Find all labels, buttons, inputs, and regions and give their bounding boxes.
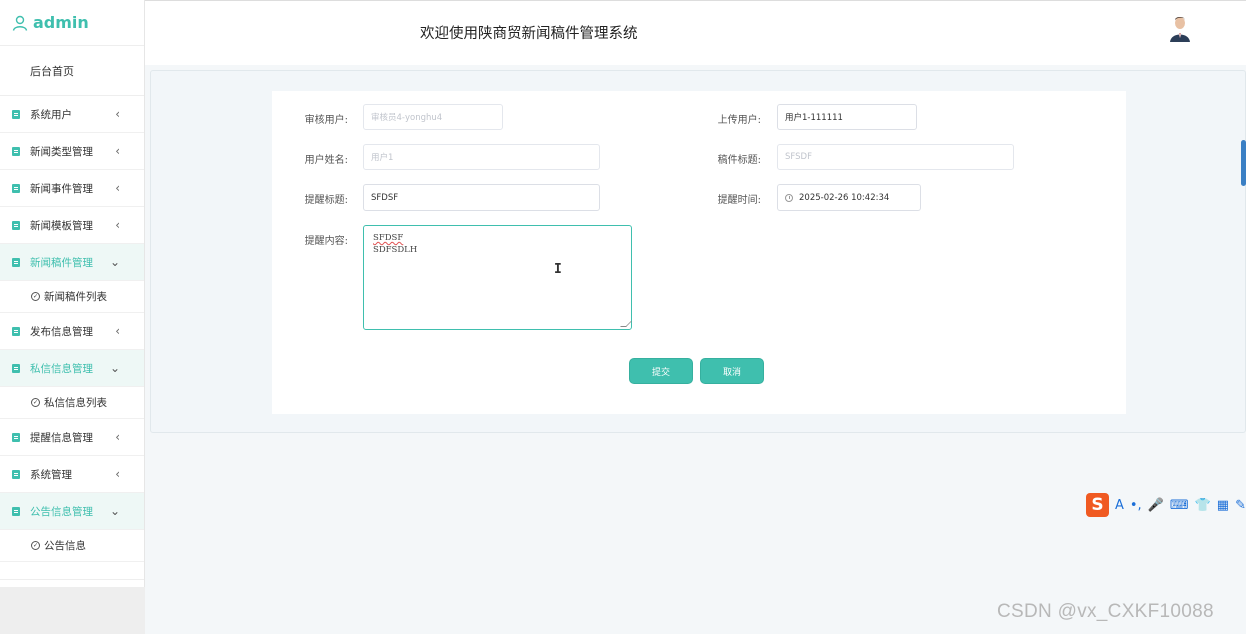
chevron-left-icon: ‹ [115,107,120,121]
sidebar-item-label: 系统用户 [30,108,72,121]
ime-toolbar: S A •, 🎤 ⌨ 👕 ▦ ✎ [1086,493,1246,517]
sidebar-subitem-announcement-info[interactable]: ✓ 公告信息 [0,530,144,562]
sidebar-item-label: 私信信息管理 [30,362,93,375]
reminder-content-label: 提醒内容: [304,236,348,247]
document-icon [12,257,20,267]
reminder-time-value: 2025-02-26 10:42:34 [799,192,890,203]
document-icon [12,363,20,373]
check-circle-icon: ✓ [31,541,40,550]
top-header: 欢迎使用陕商贸新闻稿件管理系统 [145,0,1246,65]
page-title: 欢迎使用陕商贸新闻稿件管理系统 [420,26,638,42]
reminder-form: 审核用户: 审核员4-yonghu4 上传用户: 用户1-111111 用户姓名… [272,91,1126,414]
punctuation-icon[interactable]: •, [1130,499,1142,512]
sidebar-item-publish-info[interactable]: 发布信息管理 ‹ [0,313,144,350]
microphone-icon[interactable]: 🎤 [1148,499,1164,512]
sidebar-item-label: 公告信息管理 [30,505,93,518]
grid-icon[interactable]: ▦ [1217,499,1229,512]
sidebar-subitem-label: 私信信息列表 [44,397,107,409]
document-icon [12,469,20,479]
sidebar-item-private-message[interactable]: 私信信息管理 ⌄ [0,350,144,387]
resize-handle-icon[interactable] [620,321,632,327]
sidebar-item-system-management[interactable]: 系统管理 ‹ [0,456,144,493]
sidebar-item-system-users[interactable]: 系统用户 ‹ [0,96,144,133]
chevron-left-icon: ‹ [115,181,120,195]
reviewer-label: 审核用户: [304,115,348,126]
sogou-logo-icon[interactable]: S [1086,493,1109,517]
textarea-line: SDFSDLH [373,245,418,255]
uploader-label: 上传用户: [717,115,761,126]
form-panel: 审核用户: 审核员4-yonghu4 上传用户: 用户1-111111 用户姓名… [150,70,1246,433]
document-icon [12,220,20,230]
skin-icon[interactable]: 👕 [1195,499,1211,512]
sidebar-item-home[interactable]: 后台首页 [0,46,144,96]
manuscript-title-label: 稿件标题: [717,155,761,166]
sidebar-item-news-manuscript[interactable]: 新闻稿件管理 ⌄ [0,244,144,281]
chevron-left-icon: ‹ [115,324,120,338]
reminder-title-label: 提醒标题: [304,195,348,206]
user-icon [12,15,28,31]
brand-name: admin [33,13,89,32]
textarea-line: SFDSF [373,233,404,243]
sidebar-footer [0,587,145,634]
font-icon[interactable]: A [1115,499,1124,512]
reviewer-field: 审核员4-yonghu4 [363,104,503,130]
chevron-down-icon: ⌄ [109,255,120,269]
chevron-down-icon: ⌄ [109,504,120,518]
sidebar-item-news-template[interactable]: 新闻模板管理 ‹ [0,207,144,244]
document-icon [12,109,20,119]
reminder-content-textarea[interactable]: SFDSF SDFSDLH I [363,225,632,330]
reminder-time-picker[interactable]: 2025-02-26 10:42:34 [777,184,921,211]
sidebar-item-label: 提醒信息管理 [30,431,93,444]
chevron-left-icon: ‹ [115,144,120,158]
sidebar-item-news-type[interactable]: 新闻类型管理 ‹ [0,133,144,170]
sidebar: admin 后台首页 系统用户 ‹ 新闻类型管理 ‹ 新闻事件管理 ‹ 新闻模板… [0,0,145,634]
avatar[interactable] [1169,14,1191,42]
sidebar-subitem-label: 公告信息 [44,540,86,552]
chevron-left-icon: ‹ [115,430,120,444]
scrollbar-thumb[interactable] [1241,140,1246,186]
user-name-field: 用户1 [363,144,600,170]
reminder-title-input[interactable]: SFDSF [363,184,600,211]
sidebar-item-news-event[interactable]: 新闻事件管理 ‹ [0,170,144,207]
chevron-down-icon: ⌄ [109,361,120,375]
submit-button[interactable]: 提交 [629,358,693,384]
sidebar-item-label: 新闻类型管理 [30,145,93,158]
sidebar-subitem-label: 新闻稿件列表 [44,291,107,303]
brand: admin [0,0,144,46]
cancel-button[interactable]: 取消 [700,358,764,384]
sidebar-item-announcement[interactable]: 公告信息管理 ⌄ [0,493,144,530]
chevron-left-icon: ‹ [115,467,120,481]
keyboard-icon[interactable]: ⌨ [1170,499,1189,512]
text-cursor-icon: I [554,262,562,277]
uploader-select[interactable]: 用户1-111111 [777,104,917,130]
watermark: CSDN @vx_CXKF10088 [997,601,1214,622]
sidebar-item-label: 新闻稿件管理 [30,256,93,269]
manuscript-title-field: SFSDF [777,144,1014,170]
sidebar-item-label: 发布信息管理 [30,325,93,338]
document-icon [12,326,20,336]
toolbox-icon[interactable]: ✎ [1235,499,1246,512]
main-content: 审核用户: 审核员4-yonghu4 上传用户: 用户1-111111 用户姓名… [145,65,1246,634]
document-icon [12,432,20,442]
check-circle-icon: ✓ [31,292,40,301]
sidebar-item-label: 新闻事件管理 [30,182,93,195]
sidebar-item-reminder[interactable]: 提醒信息管理 ‹ [0,419,144,456]
reminder-time-label: 提醒时间: [717,195,761,206]
sidebar-subitem-manuscript-list[interactable]: ✓ 新闻稿件列表 [0,281,144,313]
document-icon [12,146,20,156]
document-icon [12,506,20,516]
check-circle-icon: ✓ [31,398,40,407]
user-name-label: 用户姓名: [304,155,348,166]
document-icon [12,183,20,193]
chevron-left-icon: ‹ [115,218,120,232]
sidebar-item-label: 系统管理 [30,468,72,481]
sidebar-item-label: 新闻模板管理 [30,219,93,232]
sidebar-subitem-private-message-list[interactable]: ✓ 私信信息列表 [0,387,144,419]
sidebar-spacer [0,562,144,580]
clock-icon [785,193,793,202]
